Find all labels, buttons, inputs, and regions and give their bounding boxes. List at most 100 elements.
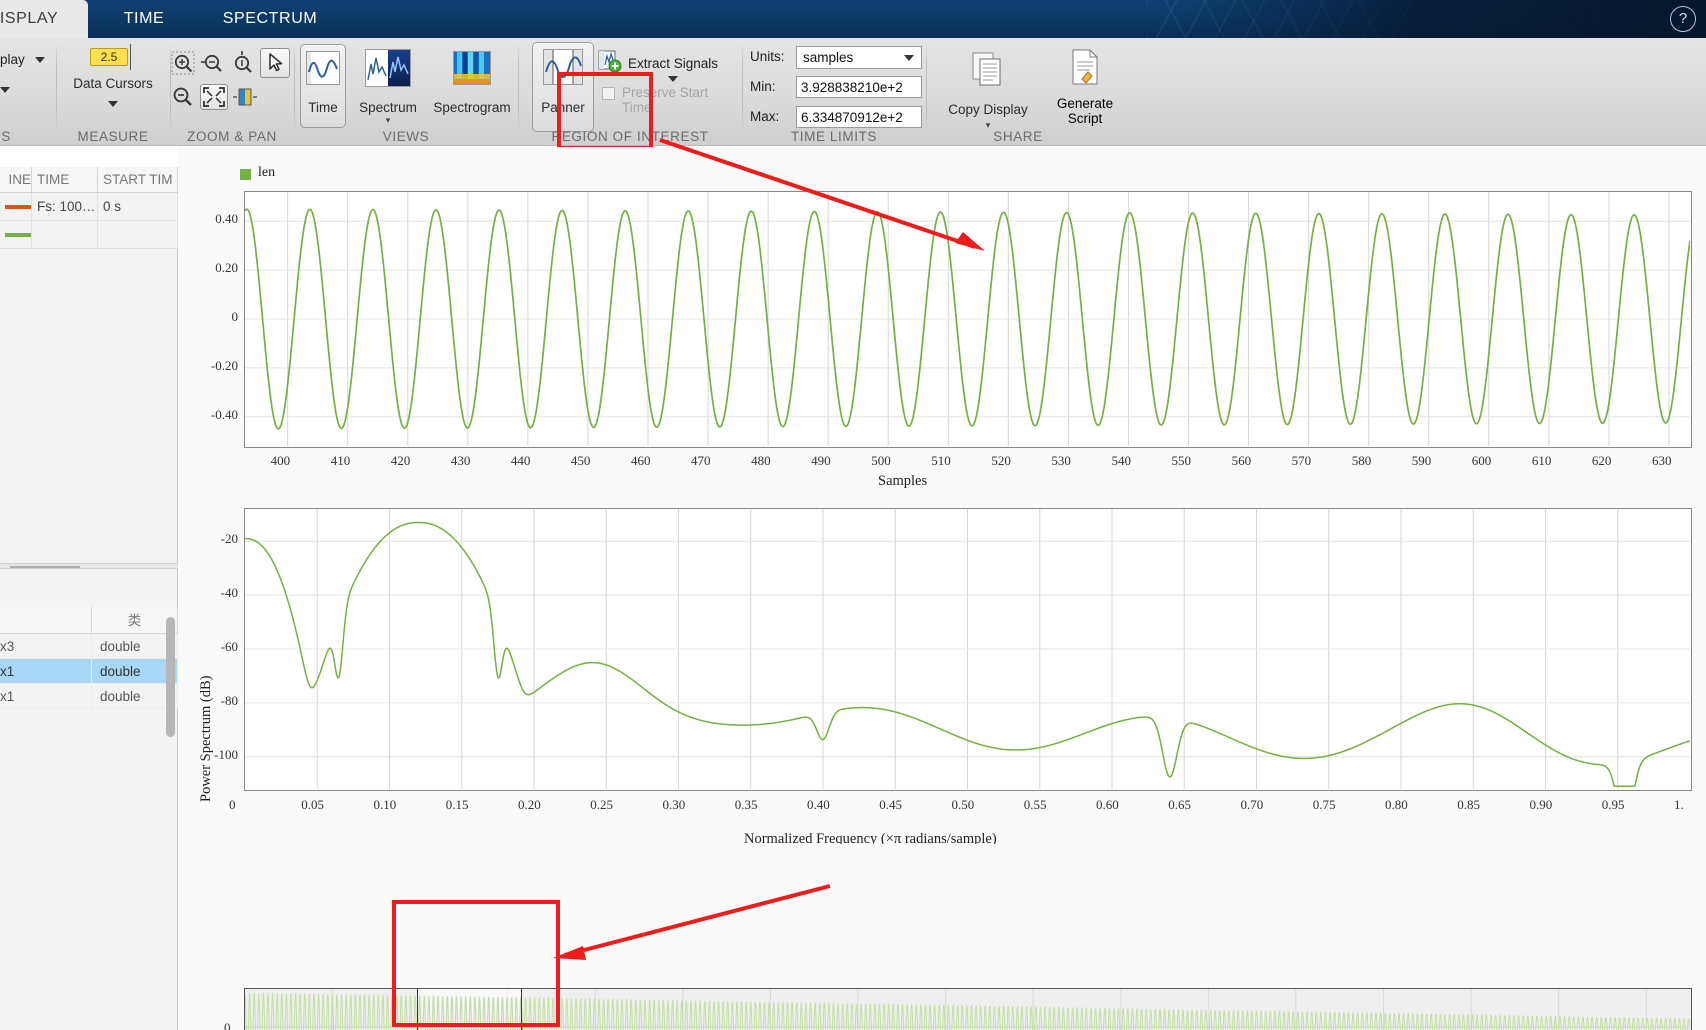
- copy-display-label: Copy Display: [948, 102, 1028, 117]
- col-start-time: START TIM: [98, 167, 178, 192]
- time-plot-xtick: 510: [931, 453, 951, 468]
- spectrum-plot-panel: Power Spectrum (dB) 0 0.05 0.10 0.15 0.20 0.2…: [178, 492, 1706, 847]
- left-panel: INE TIME START TIM Fs: 100… 0 s 类 x3 dou…: [0, 147, 178, 1030]
- table-row[interactable]: Fs: 100… 0 s: [0, 193, 178, 221]
- legend-color-swatch: [240, 169, 251, 180]
- time-plot-xtick: 490: [811, 453, 831, 468]
- data-cursor-badge: 2.5: [90, 48, 128, 66]
- ribbon-divider: [56, 44, 57, 132]
- data-cursor-value: 2.5: [100, 50, 118, 64]
- ribbon-divider: [742, 44, 743, 132]
- time-plot-xtick: 530: [1051, 453, 1071, 468]
- fit-to-view-icon[interactable]: [200, 84, 228, 110]
- panner-button[interactable]: Panner: [532, 42, 594, 132]
- signal-fs: Fs: 100…: [32, 193, 98, 220]
- line-color-swatch: [5, 233, 31, 238]
- display-dropdown-button[interactable]: play: [0, 52, 45, 67]
- spectrum-plot-axes[interactable]: [244, 508, 1692, 791]
- spectrum-plot-xtick: 0.55: [1023, 797, 1047, 812]
- list-item[interactable]: x1 double: [0, 684, 178, 709]
- time-plot-axes[interactable]: [244, 191, 1692, 448]
- time-plot-xtick: 400: [270, 453, 291, 468]
- title-bar: DISPLAY TIME SPECTRUM ?: [0, 0, 1706, 38]
- spectrum-plot-xtick: 0.40: [807, 797, 830, 812]
- spectrum-plot-ytick: -20: [220, 531, 238, 547]
- panel-splitter[interactable]: [0, 563, 178, 569]
- chevron-down-icon[interactable]: ▾: [351, 115, 425, 126]
- ribbon-group-roi-label: REGION OF INTEREST: [551, 129, 709, 144]
- extract-signals-button[interactable]: Extract Signals: [628, 56, 740, 86]
- data-cursor-line-icon: [130, 44, 131, 70]
- generate-script-button[interactable]: Generate Script: [1046, 42, 1124, 134]
- tab-spectrum[interactable]: SPECTRUM: [204, 0, 336, 38]
- generate-script-label-line2: Script: [1067, 111, 1103, 126]
- script-icon: [1070, 49, 1100, 85]
- plot-area: len 400 410 420 430 440 450 460 470 480 490 500 510…: [178, 147, 1706, 1030]
- help-icon-glyph: ?: [1678, 10, 1688, 27]
- chevron-down-icon: [0, 87, 10, 94]
- table-row[interactable]: [0, 221, 178, 249]
- time-plot-xtick: 430: [450, 453, 471, 468]
- spectrum-plot-xtick: 0.20: [518, 797, 541, 812]
- spectrum-plot-ytick: -60: [220, 639, 238, 654]
- units-select[interactable]: samples: [796, 46, 922, 69]
- spectrum-plot-xtick: 0.30: [662, 797, 686, 812]
- panner-axes[interactable]: [244, 988, 1692, 1030]
- preserve-start-time-label-wrap: Preserve Start Time: [622, 85, 740, 115]
- spectrum-plot-xtick: 1.: [1674, 797, 1684, 812]
- data-cursors-dropdown[interactable]: [58, 95, 168, 113]
- zoom-out-icon[interactable]: [170, 84, 196, 110]
- pan-horizontal-icon[interactable]: [232, 86, 258, 112]
- chevron-down-icon: [668, 76, 678, 83]
- tab-time[interactable]: TIME: [88, 0, 200, 38]
- signal-table: INE TIME START TIM Fs: 100… 0 s: [0, 167, 178, 249]
- zoom-in-icon[interactable]: [170, 50, 196, 76]
- zoom-y-icon[interactable]: [230, 50, 256, 76]
- spectrum-plot-xtick: 0.60: [1096, 797, 1119, 812]
- legend-label: len: [258, 165, 276, 180]
- spectrum-plot-xtick: 0.15: [445, 797, 469, 812]
- ribbon-group-time-limits-label: TIME LIMITS: [790, 129, 878, 144]
- preserve-start-time-checkbox[interactable]: [602, 87, 615, 100]
- spectrum-plot-xtick: 0.95: [1601, 797, 1625, 812]
- time-plot-xtick: 620: [1591, 453, 1612, 468]
- panner-panel: 0 02004006008001000120014001600180020002…: [178, 844, 1706, 1030]
- copy-display-button[interactable]: Copy Display ▾: [936, 42, 1040, 134]
- zoom-x-icon[interactable]: [200, 50, 226, 76]
- tab-display[interactable]: DISPLAY: [0, 0, 88, 38]
- panner-selection-window[interactable]: [417, 989, 523, 1030]
- views-spectrum-button[interactable]: Spectrum ▾: [350, 44, 426, 128]
- pointer-icon[interactable]: [260, 48, 290, 78]
- display-secondary-dropdown[interactable]: [0, 82, 10, 97]
- views-spectrogram-button[interactable]: Spectrogram: [430, 44, 514, 128]
- time-plot-xtick: 580: [1351, 453, 1372, 468]
- list-item[interactable]: x3 double: [0, 634, 178, 659]
- data-cursors-button[interactable]: Data Cursors: [58, 76, 168, 91]
- vertical-scrollbar[interactable]: [166, 617, 175, 737]
- views-time-button[interactable]: Time: [300, 44, 346, 128]
- spectrum-plot-xtick: 0.35: [734, 797, 758, 812]
- max-input[interactable]: [796, 106, 922, 128]
- time-plot-xtick: 560: [1231, 453, 1252, 468]
- panner-ytick-0: 0: [224, 1020, 231, 1030]
- signal-line-swatch: [0, 193, 32, 220]
- spectrum-plot-xtick: 0.10: [373, 797, 397, 812]
- max-label: Max:: [750, 109, 780, 124]
- preserve-start-time-label: Preserve Start Time: [622, 85, 709, 115]
- spectrum-plot-xtick: 0.25: [590, 797, 613, 812]
- time-plot-xtick: 600: [1471, 453, 1492, 468]
- time-plot-xtick: 520: [991, 453, 1011, 468]
- time-plot-xtick: 540: [1111, 453, 1131, 468]
- spectrum-plot-xtick: 0.65: [1168, 797, 1191, 812]
- list-item[interactable]: x1 double: [0, 659, 178, 684]
- min-input[interactable]: [796, 76, 922, 98]
- time-plot-ytick: 0.40: [215, 211, 238, 227]
- spectrum-icon: [365, 49, 411, 87]
- extract-signals-label: Extract Signals: [628, 56, 719, 71]
- spectrum-plot-xtick: 0.45: [879, 797, 902, 812]
- signal-start-time: 0 s: [98, 193, 178, 220]
- time-plot-ytick: 0.20: [215, 260, 238, 276]
- time-plot-xtick: 610: [1531, 453, 1552, 468]
- help-icon[interactable]: ?: [1670, 6, 1696, 32]
- data-cursors-label: Data Cursors: [73, 76, 153, 91]
